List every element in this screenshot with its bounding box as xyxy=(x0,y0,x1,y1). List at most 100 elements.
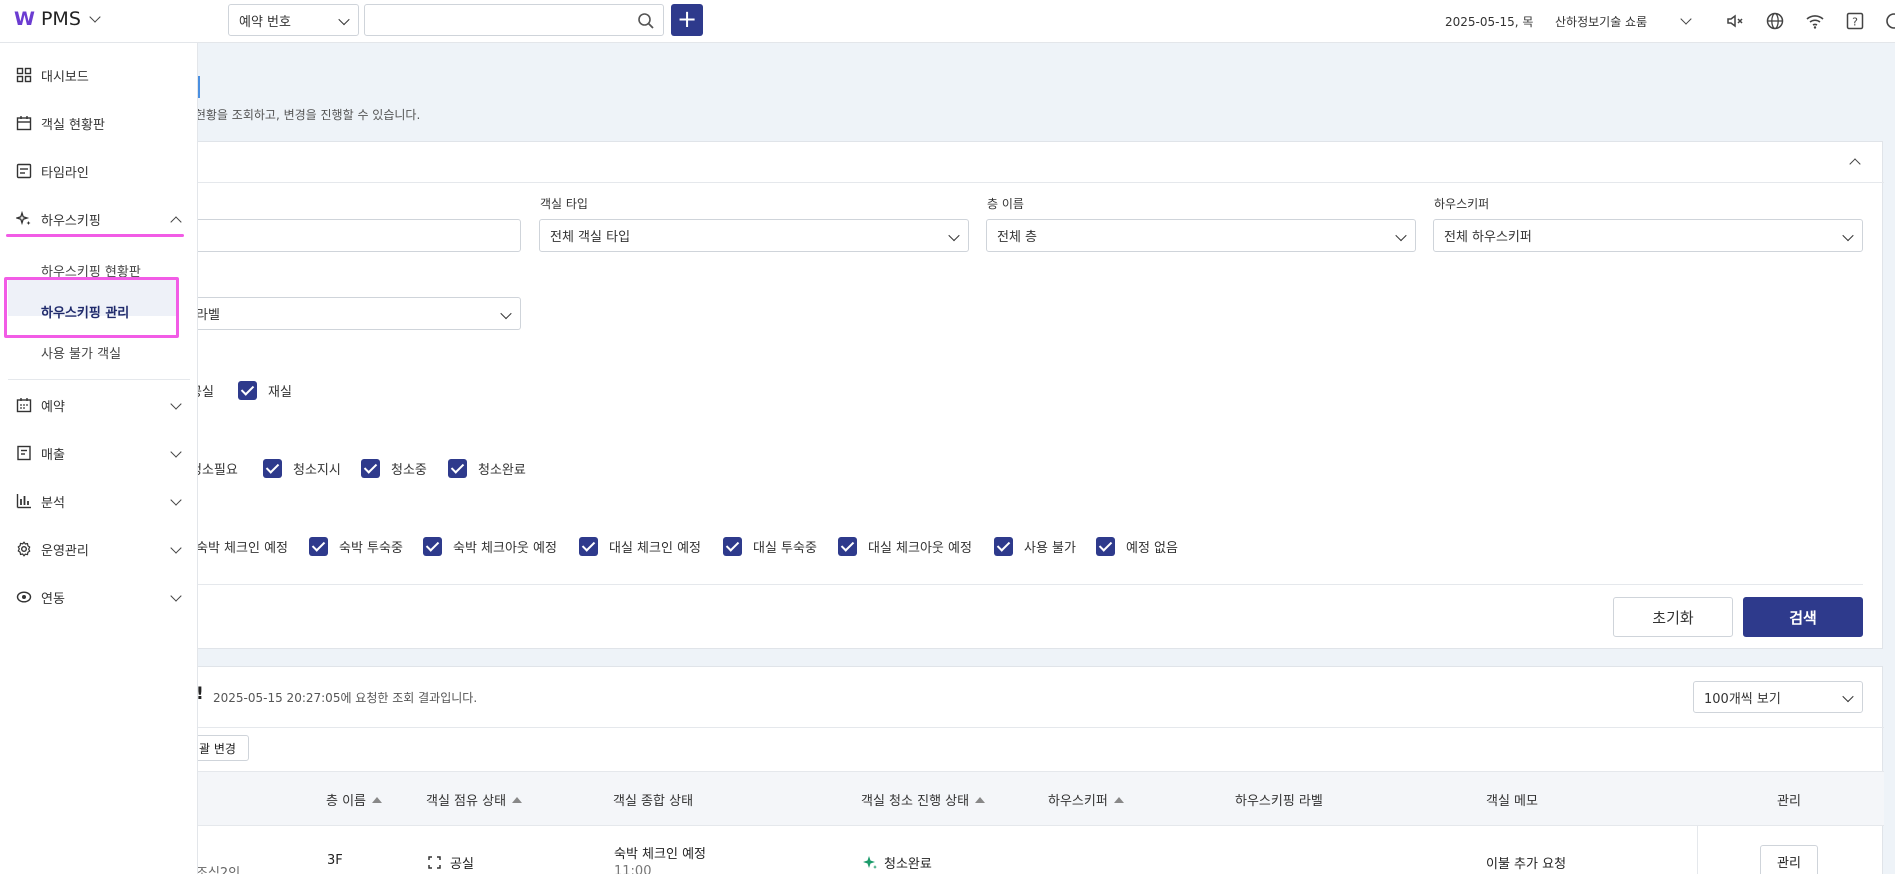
checkbox-cleaning-done[interactable]: 청소완료 xyxy=(448,459,526,478)
sidebar-item-integration[interactable]: 연동 xyxy=(0,579,198,615)
floor-select[interactable]: 전체 층 xyxy=(986,219,1416,252)
chevron-down-icon xyxy=(170,398,182,410)
checkbox-label: 대실 투숙중 xyxy=(753,541,817,556)
checkbox-cleaning-inprogress[interactable]: 청소중 xyxy=(361,459,427,478)
sidebar-item-label: 연동 xyxy=(41,591,65,607)
globe-icon[interactable] xyxy=(1765,11,1785,31)
current-date: 2025-05-15, 목 xyxy=(1445,14,1534,29)
checkbox-status-day-staying[interactable]: 대실 투숙중 xyxy=(723,537,817,556)
top-bar: W PMS 예약 번호 + 2025-05-15, 목 산하정보기술 쇼룸 ? xyxy=(0,0,1895,43)
settings-icon[interactable] xyxy=(1884,11,1895,31)
checkbox-label: 숙박 체크인 예정 xyxy=(196,541,288,556)
col-floor[interactable]: 층 이름 xyxy=(326,790,383,809)
col-occupancy[interactable]: 객실 점유 상태 xyxy=(426,790,523,809)
eye-icon xyxy=(16,591,32,603)
page-size-value: 100개씩 보기 xyxy=(1704,691,1781,707)
checkbox-status-unavailable[interactable]: 사용 불가 xyxy=(994,537,1076,556)
checkbox-occupancy-occupied[interactable]: 재실 xyxy=(238,381,292,400)
checkbox-status-day-checkin[interactable]: 대실 체크인 예정 xyxy=(579,537,701,556)
logo-mark: W xyxy=(14,8,35,30)
sidebar-item-housekeeping[interactable]: 하우스키핑 xyxy=(0,201,198,237)
sidebar-item-operations[interactable]: 운영관리 xyxy=(0,531,198,567)
manage-label: 관리 xyxy=(1777,855,1801,871)
search-icon[interactable] xyxy=(637,12,655,30)
app-logo[interactable]: W PMS xyxy=(14,8,101,30)
sidebar-item-sales[interactable]: 매출 xyxy=(0,435,198,471)
housekeeper-select[interactable]: 전체 하우스키퍼 xyxy=(1433,219,1863,252)
row-overall-time: 11:00 xyxy=(614,864,652,874)
page-size-select[interactable]: 100개씩 보기 xyxy=(1693,681,1863,713)
search-button[interactable]: 검색 xyxy=(1743,597,1863,637)
checkbox-status-none[interactable]: 예정 없음 xyxy=(1096,537,1178,556)
divider xyxy=(180,584,1863,585)
col-label: 객실 종합 상태 xyxy=(613,794,694,809)
mute-icon[interactable] xyxy=(1725,11,1745,31)
check-icon xyxy=(994,537,1013,556)
col-label: 객실 점유 상태 xyxy=(426,794,507,809)
sort-icon xyxy=(975,796,986,803)
search-input[interactable] xyxy=(364,4,664,36)
table-header xyxy=(161,771,1884,826)
room-type-select[interactable]: 전체 객실 타입 xyxy=(539,219,969,252)
checkbox-label: 청소지시 xyxy=(293,463,341,478)
sparkle-icon xyxy=(16,211,31,226)
checkbox-status-checkout[interactable]: 숙박 체크아웃 예정 xyxy=(423,537,557,556)
sort-icon xyxy=(1113,796,1124,803)
room-name-fragment: 조식2인 xyxy=(196,866,241,874)
sidebar-subitem-unavailable-rooms[interactable]: 사용 불가 객실 xyxy=(41,343,121,362)
checkbox-status-day-checkout[interactable]: 대실 체크아웃 예정 xyxy=(838,537,972,556)
collapse-icon[interactable] xyxy=(1849,158,1861,170)
manage-column-divider xyxy=(1697,826,1698,874)
sidebar-item-room-status[interactable]: 객실 현황판 xyxy=(0,105,198,141)
checkbox-label: 대실 체크아웃 예정 xyxy=(868,541,972,556)
checkbox-cleaning-ordered[interactable]: 청소지시 xyxy=(263,459,341,478)
sidebar-item-label: 분석 xyxy=(41,495,65,511)
chevron-down-icon xyxy=(1680,13,1692,25)
divider xyxy=(161,727,1884,728)
col-label: 하우스키퍼 xyxy=(1048,794,1108,809)
col-label: 관리 xyxy=(1777,794,1801,809)
checkbox-label: 청소완료 xyxy=(478,463,526,478)
checkbox-status-checkin[interactable]: 숙박 체크인 예정 xyxy=(196,537,288,556)
row-overall: 숙박 체크인 예정 xyxy=(614,847,706,862)
help-icon[interactable]: ? xyxy=(1845,11,1865,31)
page-description: 한 현황을 조회하고, 변경을 진행할 수 있습니다. xyxy=(180,108,421,122)
chevron-down-icon xyxy=(1842,690,1854,703)
col-label: 객실 청소 진행 상태 xyxy=(861,794,970,809)
floor-value: 전체 층 xyxy=(997,230,1038,245)
add-button[interactable]: + xyxy=(671,4,703,36)
room-type-label: 객실 타입 xyxy=(540,197,588,211)
sidebar-item-label: 예약 xyxy=(41,399,65,415)
sidebar-item-timeline[interactable]: 타임라인 xyxy=(0,153,198,189)
col-cleaning[interactable]: 객실 청소 진행 상태 xyxy=(861,790,986,809)
sidebar-item-reservation[interactable]: 예약 xyxy=(0,387,198,423)
floor-label: 층 이름 xyxy=(987,197,1024,211)
check-icon xyxy=(263,459,282,478)
check-icon xyxy=(723,537,742,556)
checkbox-status-staying[interactable]: 숙박 투숙중 xyxy=(309,537,403,556)
search-type-select[interactable]: 예약 번호 xyxy=(228,4,359,36)
chevron-down-icon xyxy=(338,13,350,26)
chevron-down-icon xyxy=(170,542,182,554)
filter-panel xyxy=(160,141,1884,649)
row-floor: 3F xyxy=(327,853,343,868)
property-select[interactable]: 산하정보기술 쇼룸 xyxy=(1555,0,1692,42)
sidebar-item-label: 하우스키핑 xyxy=(41,213,101,229)
sidebar-item-analytics[interactable]: 분석 xyxy=(0,483,198,519)
reset-button[interactable]: 초기화 xyxy=(1613,597,1733,637)
col-memo: 객실 메모 xyxy=(1486,790,1538,809)
wifi-icon[interactable] xyxy=(1805,11,1825,31)
gear-icon xyxy=(17,541,31,557)
checkbox-label: 재실 xyxy=(268,385,292,400)
sidebar-item-dashboard[interactable]: 대시보드 xyxy=(0,57,198,93)
col-housekeeper[interactable]: 하우스키퍼 xyxy=(1048,790,1124,809)
sidebar-item-label: 매출 xyxy=(41,447,65,463)
sidebar-item-label: 운영관리 xyxy=(41,543,89,559)
chevron-down-icon xyxy=(948,229,960,241)
checkbox-label: 대실 체크인 예정 xyxy=(609,541,701,556)
sparkle-icon xyxy=(863,855,877,869)
manage-button[interactable]: 관리 xyxy=(1760,845,1818,874)
check-icon xyxy=(361,459,380,478)
check-icon xyxy=(1096,537,1115,556)
chevron-up-icon xyxy=(170,216,182,228)
